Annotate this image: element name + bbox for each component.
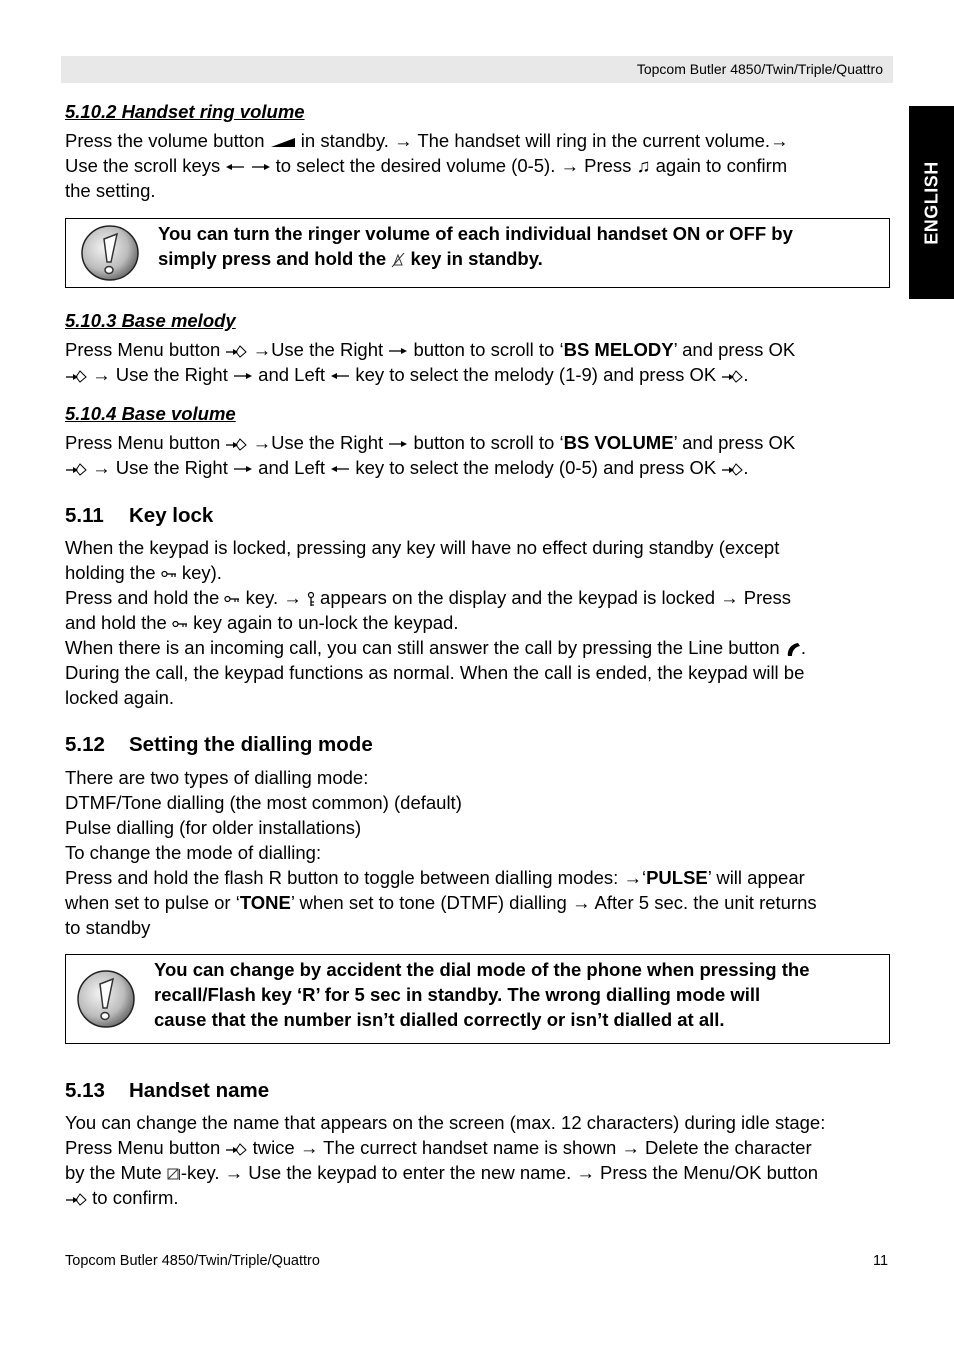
subsection-heading-ring-volume: 5.10.2 Handset ring volume	[65, 101, 305, 122]
section-heading-key-lock: 5.11 Key lock	[65, 504, 214, 527]
left-arrow-icon	[331, 373, 350, 380]
menu-ok-icon	[226, 438, 248, 451]
note-text: You can turn the ringer volume of each i…	[158, 223, 793, 269]
subsection-heading-base-volume: 5.10.4 Base volume	[65, 403, 236, 424]
arrow-icon: →	[252, 432, 272, 453]
note-box-ringer: You can turn the ringer volume of each i…	[65, 218, 890, 288]
handset-name-paragraph: You can change the name that appears on …	[65, 1112, 826, 1208]
key-icon	[172, 621, 187, 628]
arrow-icon: →	[621, 1137, 640, 1158]
right-arrow-icon	[389, 348, 408, 355]
header-title: Topcom Butler 4850/Twin/Triple/Quattro	[636, 61, 883, 77]
arrow-icon: →	[770, 130, 789, 151]
note-text: You can change by accident the dial mode…	[154, 959, 810, 1030]
arrow-icon: →	[252, 339, 272, 360]
arrow-icon: →	[560, 155, 580, 176]
menu-ok-icon	[722, 370, 744, 383]
subsection-heading-base-melody: 5.10.3 Base melody	[65, 310, 236, 331]
base-volume-paragraph: Press Menu button →Use the Right button …	[65, 432, 796, 478]
key-lock-paragraph: When the keypad is locked, pressing any …	[65, 537, 806, 708]
dialling-mode-paragraph: There are two types of dialling mode: DT…	[65, 767, 817, 938]
warning-icon	[81, 225, 139, 281]
right-arrow-icon	[234, 373, 253, 380]
warning-icon	[77, 970, 135, 1028]
left-arrow-icon	[331, 466, 350, 473]
menu-ok-icon	[226, 1143, 248, 1156]
section-heading-dialling-mode: 5.12 Setting the dialling mode	[65, 733, 373, 756]
arrow-icon: →	[92, 364, 111, 385]
arrow-icon: →	[92, 457, 111, 478]
menu-ok-icon	[66, 463, 87, 476]
arrow-icon: →	[283, 587, 302, 608]
right-arrow-icon	[389, 441, 408, 448]
left-arrow-icon	[226, 164, 245, 171]
arrow-icon: →	[720, 587, 739, 608]
volume-icon	[270, 138, 295, 148]
mute-icon	[167, 1168, 180, 1181]
page-header: Topcom Butler 4850/Twin/Triple/Quattro	[61, 56, 893, 83]
menu-ok-icon	[722, 463, 744, 476]
menu-ok-icon	[66, 370, 87, 383]
music-note-icon: ♫	[636, 155, 651, 176]
arrow-icon: →	[224, 1162, 244, 1183]
menu-ok-icon	[66, 1193, 87, 1206]
key-icon	[161, 571, 176, 578]
lock-display-icon	[307, 592, 315, 607]
arrow-icon: →	[394, 130, 413, 151]
base-melody-paragraph: Press Menu button →Use the Right button …	[65, 339, 796, 385]
arrow-icon: →	[576, 1162, 595, 1183]
language-tab-label: ENGLISH	[921, 160, 941, 245]
ring-volume-paragraph: Press the volume button in standby. → Th…	[65, 130, 789, 201]
page-number: 11	[873, 1253, 889, 1269]
right-arrow-icon	[251, 164, 270, 171]
right-arrow-icon	[234, 466, 253, 473]
language-tab: ENGLISH	[909, 106, 954, 299]
section-heading-handset-name: 5.13 Handset name	[65, 1079, 270, 1102]
phone-line-icon	[787, 643, 800, 657]
key-icon	[224, 596, 240, 603]
note-box-dial-mode: You can change by accident the dial mode…	[65, 954, 890, 1044]
arrow-icon: →	[623, 867, 642, 888]
ringer-off-icon	[391, 252, 405, 268]
arrow-icon: →	[571, 892, 591, 913]
footer-title: Topcom Butler 4850/Twin/Triple/Quattro	[65, 1253, 320, 1269]
arrow-icon: →	[299, 1137, 319, 1158]
menu-ok-icon	[226, 345, 248, 358]
